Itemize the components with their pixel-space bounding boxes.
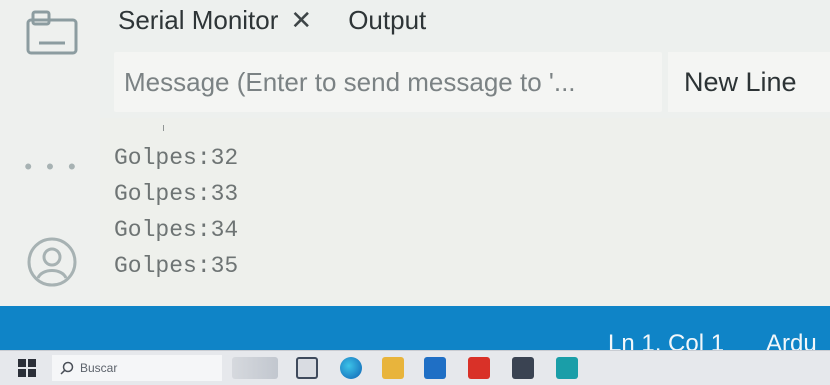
search-placeholder: Buscar — [80, 361, 118, 375]
line-ending-select[interactable]: New Line — [668, 52, 830, 112]
more-icon[interactable]: • • • — [24, 154, 80, 180]
output-line: Golpes:32 — [114, 145, 239, 171]
stray-mark: ı — [162, 122, 166, 134]
message-input[interactable] — [114, 52, 662, 112]
account-icon[interactable] — [24, 236, 80, 288]
youtube-icon[interactable] — [468, 357, 490, 379]
amazon-icon[interactable] — [512, 357, 534, 379]
serial-output-lines: Golpes:32 Golpes:33 Golpes:34 Golpes:35 — [114, 140, 238, 284]
serial-monitor-icon[interactable] — [24, 10, 80, 56]
taskbar-search[interactable]: Buscar — [52, 355, 222, 381]
file-explorer-icon[interactable] — [382, 357, 404, 379]
close-icon[interactable]: ✕ — [290, 5, 312, 36]
board-name[interactable]: Ardu — [766, 330, 817, 350]
serial-monitor-header: Serial Monitor ✕ Output New Line — [100, 0, 830, 118]
tab-serial-monitor[interactable]: Serial Monitor — [118, 5, 278, 36]
arduino-icon[interactable] — [556, 357, 578, 379]
windows-start-icon[interactable] — [18, 359, 36, 377]
edge-icon[interactable] — [340, 357, 362, 379]
output-line: Golpes:34 — [114, 217, 239, 243]
task-view-icon[interactable] — [296, 357, 318, 379]
output-line: Golpes:33 — [114, 181, 239, 207]
search-icon — [60, 361, 74, 375]
panel-tabs: Serial Monitor ✕ Output — [118, 2, 426, 38]
weather-widget-icon[interactable] — [232, 357, 278, 379]
left-rail: • • • — [0, 0, 100, 306]
mail-icon[interactable] — [424, 357, 446, 379]
windows-taskbar: Buscar — [0, 350, 830, 385]
status-bar: Ln 1, Col 1 Ardu — [0, 306, 830, 350]
cursor-position[interactable]: Ln 1, Col 1 — [608, 330, 724, 350]
serial-output-area[interactable]: ı Golpes:32 Golpes:33 Golpes:34 Golpes:3… — [100, 118, 830, 306]
output-line: Golpes:35 — [114, 253, 239, 279]
tab-output[interactable]: Output — [348, 5, 426, 36]
